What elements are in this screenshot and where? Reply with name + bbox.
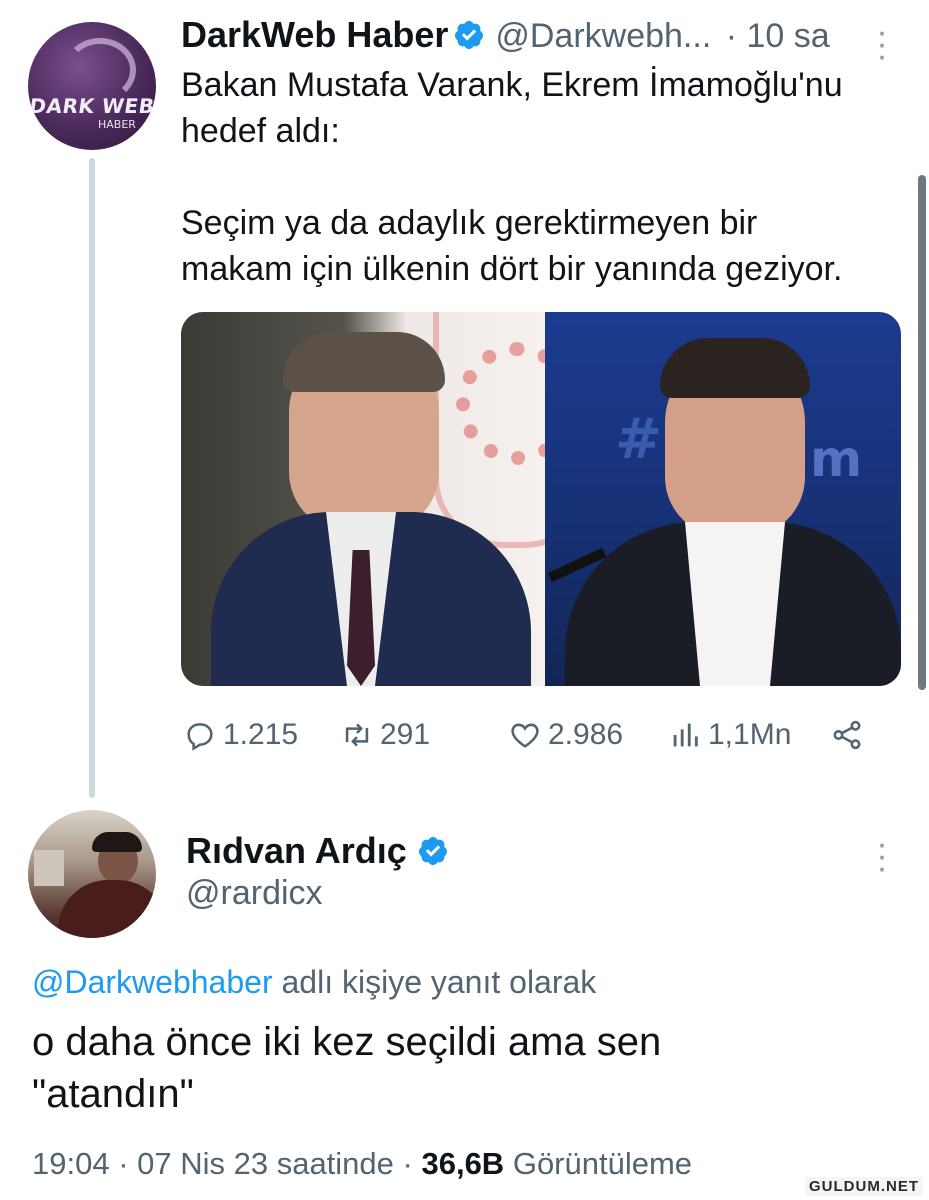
like-action-button[interactable]: 2.986: [508, 718, 623, 752]
analytics-icon: [673, 723, 698, 747]
share-icon: [833, 720, 861, 750]
share-action-button[interactable]: [830, 718, 864, 752]
more-options-icon[interactable]: · · ·: [872, 15, 892, 73]
tweet-text: Bakan Mustafa Varank, Ekrem İmamoğlu'nu …: [181, 66, 843, 288]
replying-to-mention-link[interactable]: @Darkwebhaber: [32, 964, 273, 1000]
views-action-button[interactable]: 1,1Mn: [668, 718, 791, 752]
retweet-count: 291: [380, 718, 431, 751]
like-count: 2.986: [548, 718, 624, 751]
reply-count: 1.215: [223, 718, 299, 751]
reply-meta: 19:04 · 07 Nis 23 saatinde · 36,6B Görün…: [32, 1146, 692, 1182]
view-count: 1,1Mn: [708, 718, 792, 751]
comment-icon: [187, 723, 213, 751]
reply-more-options-icon[interactable]: · · ·: [872, 827, 892, 885]
author-handle[interactable]: @Darkwebh...: [495, 17, 711, 55]
tweet-time[interactable]: · 10 sa: [726, 17, 830, 55]
author-name[interactable]: DarkWeb Haber: [181, 14, 448, 55]
avatar-logo-swirl: [64, 38, 136, 102]
replying-to-label: adlı kişiye yanıt olarak: [281, 964, 597, 1000]
thread-connector-line: [89, 158, 95, 798]
reply-view-label: Görüntüleme: [512, 1146, 693, 1181]
tweet-header: DarkWeb Haber @Darkwebh... · 10 sa: [181, 14, 861, 56]
tweet-media-image[interactable]: # m: [181, 312, 901, 686]
heart-icon: [511, 723, 539, 748]
verified-badge-icon: [418, 837, 447, 865]
retweet-icon: [345, 723, 369, 747]
reply-author-avatar[interactable]: [28, 810, 156, 938]
reply-author-name-row: Rıdvan Ardıç: [186, 830, 449, 872]
avatar-logo-text: DARK WEB: [28, 94, 156, 118]
reply-author-handle[interactable]: @rardicx: [186, 874, 323, 913]
verified-badge-icon: [454, 21, 483, 49]
reply-text: o daha önce iki kez seçildi ama sen "ata…: [32, 1020, 662, 1116]
reply-author-name[interactable]: Rıdvan Ardıç: [186, 830, 407, 871]
avatar-logo-subtext: HABER: [98, 118, 136, 131]
media-photo-left: [181, 312, 595, 686]
replying-to-line: @Darkwebhaber adlı kişiye yanıt olarak: [32, 964, 596, 1001]
author-avatar[interactable]: DARK WEB HABER: [28, 22, 156, 150]
reply-view-count: 36,6B: [421, 1146, 505, 1181]
scrollbar[interactable]: [918, 175, 926, 690]
retweet-action-button[interactable]: 291: [340, 718, 430, 752]
reply-timestamp[interactable]: 19:04 · 07 Nis 23 saatinde ·: [32, 1146, 413, 1181]
media-photo-right: # m: [545, 312, 901, 686]
reply-action-button[interactable]: 1.215: [183, 718, 298, 752]
watermark: GULDUM.NET: [805, 1177, 923, 1196]
